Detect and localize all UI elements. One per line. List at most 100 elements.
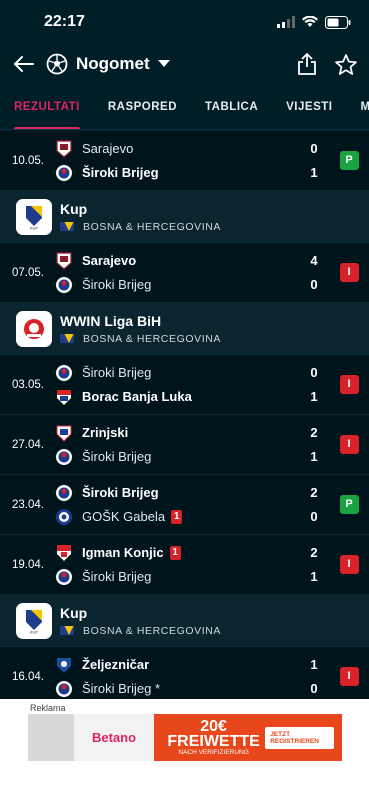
match-scores: 20 [299, 485, 329, 525]
match-teams: Željezničar Široki Brijeg * [55, 657, 299, 697]
bih-flag-icon [60, 222, 74, 231]
country-name: BOSNA & HERCEGOVINA [83, 220, 222, 233]
match-date: 23.04. [12, 498, 44, 511]
ad-offer: 20€ FREIWETTE NACH VERIFIZIERUNG JETZT R… [154, 714, 342, 761]
sarajevo-crest-icon [55, 139, 73, 158]
home-team: Sarajevo [55, 251, 299, 270]
gosk-crest-icon [55, 508, 73, 526]
siroki-crest-icon [55, 484, 73, 502]
app-header: Nogomet [0, 44, 369, 84]
country-name: BOSNA & HERCEGOVINA [83, 332, 222, 345]
ad-headline: 20€ FREIWETTE [167, 718, 260, 750]
ad-label: Reklama [30, 703, 66, 713]
kup-logo-icon: KUP [16, 602, 52, 639]
match-date: 07.05. [12, 266, 44, 279]
result-cell: I [329, 435, 369, 454]
svg-text:KUP: KUP [30, 225, 39, 230]
home-team: Zrinjski [55, 425, 299, 442]
away-team-name: Široki Brijeg * [82, 681, 161, 696]
away-team: Borac Banja Luka [55, 389, 299, 405]
ad-cta-button[interactable]: JETZT REGISTRIEREN [265, 726, 334, 749]
share-icon[interactable] [297, 53, 317, 75]
ad-fine-print [28, 714, 74, 761]
away-team: GOŠK Gabela 1 [55, 508, 299, 526]
competition-header[interactable]: WWIN Liga BiH BOSNA & HERCEGOVINA [0, 303, 369, 355]
result-badge: I [339, 667, 359, 686]
tab-momcad[interactable]: MOMČ [346, 84, 369, 129]
home-team: Široki Brijeg [55, 484, 299, 502]
sport-title[interactable]: Nogomet [76, 54, 150, 74]
result-badge: I [339, 555, 359, 574]
competition-country: BOSNA & HERCEGOVINA [60, 625, 221, 637]
competition-header[interactable]: KUP Kup BOSNA & HERCEGOVINA [0, 191, 369, 243]
competition-country: BOSNA & HERCEGOVINA [60, 221, 221, 233]
svg-text:KUP: KUP [30, 629, 39, 634]
home-score: 4 [310, 252, 318, 268]
tab-rezultati[interactable]: REZULTATI [0, 84, 94, 129]
star-icon[interactable] [335, 53, 357, 75]
away-team-name: Široki Brijeg [82, 569, 152, 584]
away-team: Široki Brijeg [55, 164, 299, 182]
tab-raspored[interactable]: RASPORED [94, 84, 191, 129]
ad-brand-logo: Betano [74, 714, 154, 761]
ad-banner[interactable]: Betano 20€ FREIWETTE NACH VERIFIZIERUNG … [28, 714, 342, 761]
soccer-ball-icon [46, 53, 68, 75]
result-cell: I [329, 555, 369, 574]
match-row[interactable]: 27.04. Zrinjski Široki Brijeg 2 1 I [0, 415, 369, 475]
result-cell: I [329, 263, 369, 282]
match-scores: 10 [299, 657, 329, 697]
home-team-name: Široki Brijeg [82, 485, 159, 500]
competition-header[interactable]: KUP Kup BOSNA & HERCEGOVINA [0, 595, 369, 647]
away-team: Široki Brijeg * [55, 680, 299, 697]
battery-icon [325, 15, 351, 29]
borac-crest-icon [55, 388, 73, 406]
zeljeznicar-crest-icon [55, 656, 73, 674]
match-date: 27.04. [12, 438, 44, 451]
siroki-crest-icon [55, 276, 73, 294]
home-team-name: Željezničar [82, 657, 150, 672]
red-card-badge: 1 [169, 545, 181, 560]
results-list[interactable]: 10.05. Sarajevo Široki Brijeg 0 1 P KUP Kup BOSN… [0, 131, 369, 699]
match-row[interactable]: 16.04. Željezničar Široki Brijeg * 1 0 I [0, 647, 369, 699]
match-scores: 01 [299, 365, 329, 405]
siroki-crest-icon [55, 568, 73, 586]
ad-subline: NACH VERIFIZIERUNG [178, 749, 249, 756]
home-team-name: Sarajevo [82, 253, 137, 268]
siroki-crest-icon [55, 448, 73, 466]
result-cell: I [329, 375, 369, 394]
tab-vijesti[interactable]: VIJESTI [272, 84, 346, 129]
match-scores: 21 [299, 545, 329, 585]
kup-logo-icon: KUP [16, 198, 52, 235]
back-arrow-icon[interactable] [12, 55, 34, 73]
wifi-icon [302, 16, 318, 27]
match-row[interactable]: 23.04. Široki Brijeg GOŠK Gabela 1 2 0 P [0, 475, 369, 535]
match-row[interactable]: 10.05. Sarajevo Široki Brijeg 0 1 P [0, 131, 369, 191]
match-row[interactable]: 07.05. Sarajevo Široki Brijeg 4 0 I [0, 243, 369, 303]
tab-tablica[interactable]: TABLICA [191, 84, 272, 129]
home-score: 0 [310, 140, 318, 156]
home-score: 2 [310, 544, 318, 560]
home-team-name: Sarajevo [82, 141, 134, 156]
competition-name: Kup [60, 604, 88, 621]
competition-country: BOSNA & HERCEGOVINA [60, 333, 221, 345]
competition-name: WWIN Liga BiH [60, 312, 162, 329]
home-team-name: Široki Brijeg [82, 365, 152, 380]
status-bar: 22:17 [0, 0, 369, 44]
away-score: 1 [310, 568, 318, 584]
match-date: 19.04. [12, 558, 44, 571]
away-team: Široki Brijeg [55, 276, 299, 294]
competition-info: Kup BOSNA & HERCEGOVINA [60, 605, 221, 637]
siroki-crest-icon [55, 164, 73, 182]
home-team: Široki Brijeg [55, 364, 299, 381]
home-team: Igman Konjic 1 [55, 544, 299, 561]
match-teams: Sarajevo Široki Brijeg [55, 251, 299, 294]
chevron-down-icon[interactable] [157, 60, 170, 68]
match-row[interactable]: 19.04. Igman Konjic 1 Široki Brijeg 2 1 I [0, 535, 369, 595]
match-teams: Zrinjski Široki Brijeg [55, 425, 299, 465]
match-row[interactable]: 03.05. Široki Brijeg Borac Banja Luka 0 1 I [0, 355, 369, 415]
tab-bar: REZULTATI RASPORED TABLICA VIJESTI MOMČ [0, 84, 369, 130]
country-name: BOSNA & HERCEGOVINA [83, 624, 222, 637]
status-icons [277, 15, 351, 29]
away-score: 1 [310, 388, 318, 404]
away-team: Široki Brijeg [55, 448, 299, 466]
